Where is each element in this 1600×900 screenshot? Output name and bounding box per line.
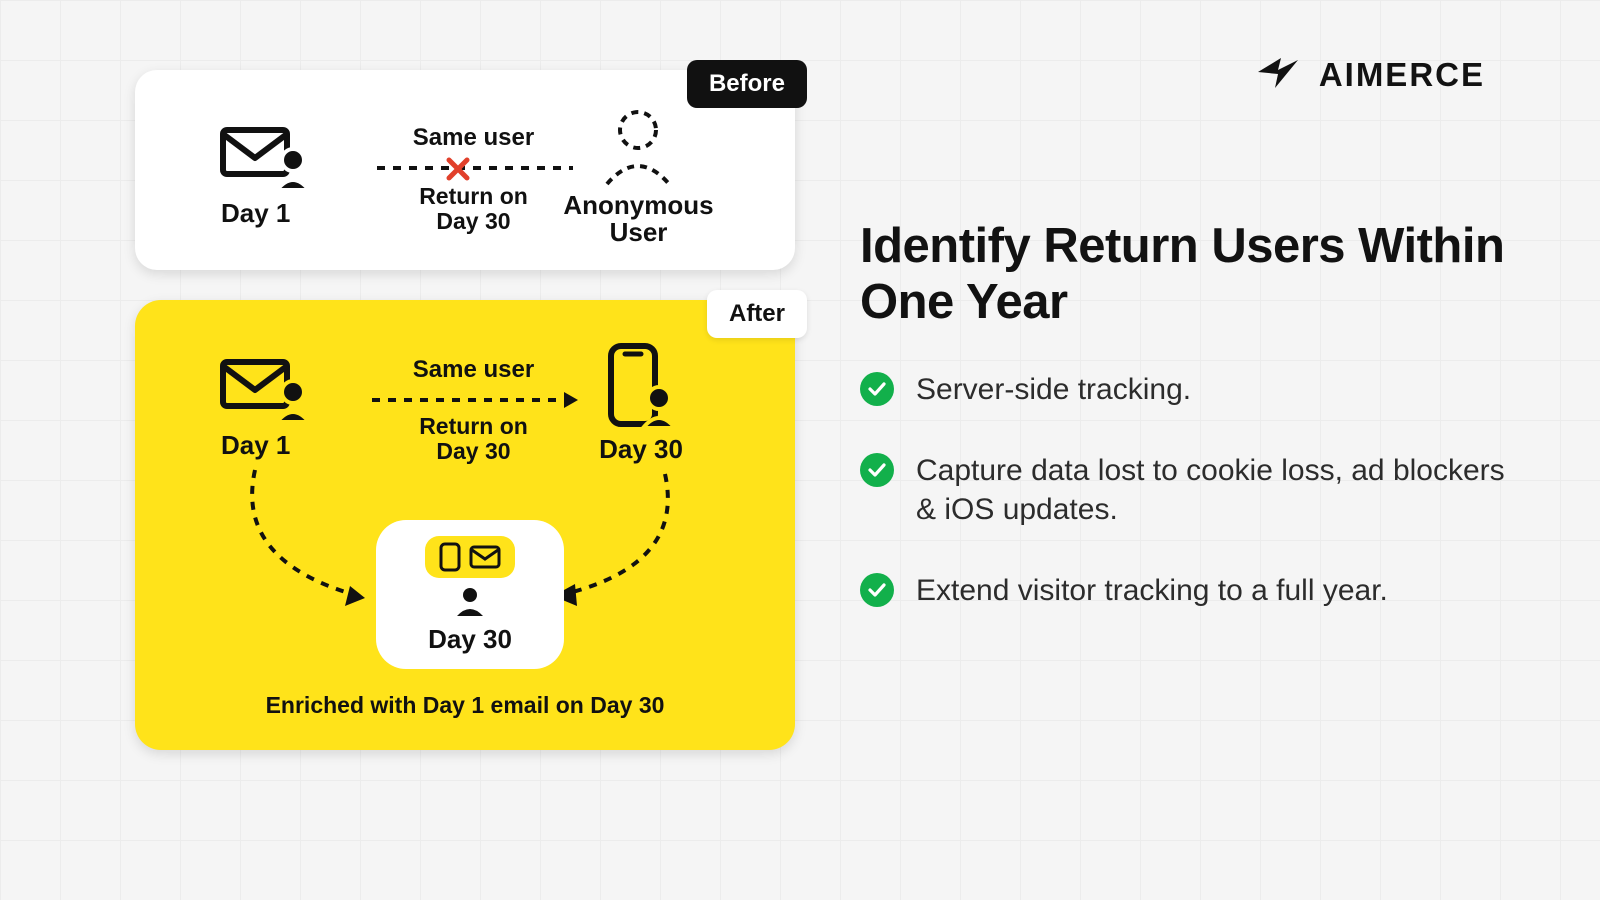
- before-day1-label: Day 1: [221, 198, 290, 229]
- before-card: Before Day 1 Same user Return on Day 30 …: [135, 70, 795, 270]
- before-tag: Before: [687, 60, 807, 108]
- before-flow-sublabel: Return on Day 30: [395, 184, 552, 235]
- mail-icon: [469, 545, 501, 569]
- after-day1-label: Day 1: [221, 430, 290, 461]
- merged-day30-label: Day 30: [428, 624, 512, 655]
- after-flow-label: Same user: [395, 356, 552, 384]
- phone-icon: [439, 542, 461, 572]
- after-footer-label: Enriched with Day 1 email on Day 30: [135, 692, 795, 719]
- email-user-icon: [217, 354, 317, 424]
- aimerce-mark-icon: [1253, 50, 1303, 100]
- check-icon: [860, 573, 894, 607]
- user-icon: [453, 584, 487, 618]
- after-flow-sublabel: Return on Day 30: [395, 414, 552, 465]
- before-flow-label: Same user: [395, 124, 552, 152]
- check-icon: [860, 372, 894, 406]
- page-headline: Identify Return Users Within One Year: [860, 218, 1520, 331]
- phone-user-icon: [601, 342, 681, 432]
- x-icon: [445, 156, 471, 182]
- after-dashed-arrow: [370, 388, 580, 412]
- feature-text: Server-side tracking.: [916, 370, 1191, 409]
- feature-text: Extend visitor tracking to a full year.: [916, 571, 1388, 610]
- merged-identity-pill: Day 30: [376, 520, 564, 669]
- feature-bullet: Server-side tracking.: [860, 370, 1510, 409]
- email-user-icon: [217, 122, 317, 192]
- brand-name: AIMERCE: [1319, 56, 1485, 94]
- feature-bullet: Extend visitor tracking to a full year.: [860, 571, 1510, 610]
- after-tag: After: [707, 290, 807, 338]
- brand-logo: AIMERCE: [1253, 50, 1485, 100]
- before-dashed-line: [375, 156, 575, 180]
- feature-bullets: Server-side tracking. Capture data lost …: [860, 370, 1510, 610]
- feature-bullet: Capture data lost to cookie loss, ad blo…: [860, 451, 1510, 529]
- feature-text: Capture data lost to cookie loss, ad blo…: [916, 451, 1510, 529]
- check-icon: [860, 453, 894, 487]
- after-card: After Day 1 Same user Return on Day 30 D…: [135, 300, 795, 750]
- after-day30-label: Day 30: [585, 434, 697, 465]
- before-anon-label: Anonymous User: [561, 192, 716, 247]
- anonymous-user-icon: [601, 108, 675, 188]
- device-email-badge: [425, 536, 515, 578]
